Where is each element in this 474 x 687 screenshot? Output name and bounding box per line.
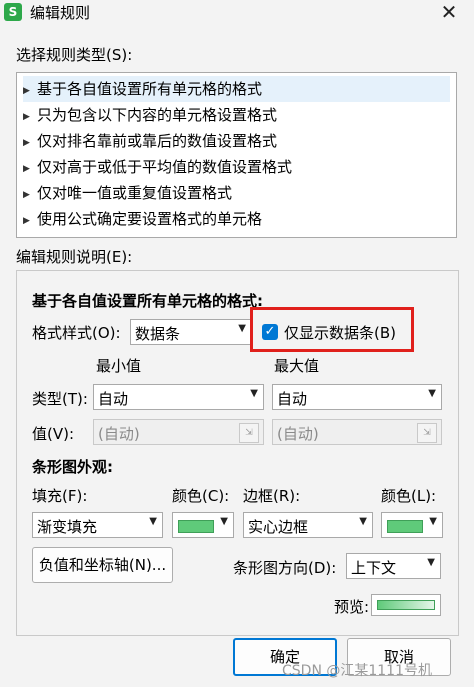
highlight-box — [250, 307, 414, 352]
max-value-input[interactable]: (自动) ⇲ — [272, 419, 442, 445]
fill-color-picker[interactable]: ▼ — [172, 512, 234, 538]
border-label: 边框(R): — [243, 487, 301, 505]
color-swatch — [178, 520, 214, 533]
preview-box — [371, 594, 441, 616]
rule-type-item[interactable]: ▶ 仅对唯一值或重复值设置格式 — [23, 180, 232, 206]
preview-label: 预览: — [334, 598, 370, 616]
fill-select[interactable]: 渐变填充 ▼ — [32, 512, 163, 538]
triangle-right-icon: ▶ — [23, 112, 30, 122]
chevron-down-icon: ▼ — [429, 516, 437, 527]
rule-description-label: 编辑规则说明(E): — [16, 248, 133, 266]
chevron-down-icon: ▼ — [238, 323, 246, 334]
rule-type-list[interactable]: ▶ 基于各自值设置所有单元格的格式 ▶ 只为包含以下内容的单元格设置格式 ▶ 仅对排名… — [16, 72, 457, 238]
preview-data-bar — [377, 600, 435, 610]
rule-type-item[interactable]: ▶ 仅对排名靠前或靠后的数值设置格式 — [23, 128, 277, 154]
rule-type-label: 选择规则类型(S): — [16, 46, 133, 64]
chevron-down-icon: ▼ — [359, 516, 367, 527]
min-value-input[interactable]: (自动) ⇲ — [93, 419, 264, 445]
bar-direction-label: 条形图方向(D): — [233, 559, 337, 577]
chevron-down-icon: ▼ — [250, 388, 258, 399]
triangle-right-icon: ▶ — [23, 86, 30, 96]
chevron-down-icon: ▼ — [220, 516, 228, 527]
chevron-down-icon: ▼ — [427, 557, 435, 568]
negative-axis-button[interactable]: 负值和坐标轴(N)... — [32, 547, 173, 583]
type-label: 类型(T): — [32, 390, 88, 408]
max-type-select[interactable]: 自动 ▼ — [272, 384, 442, 410]
app-icon: S — [4, 3, 22, 21]
triangle-right-icon: ▶ — [23, 138, 30, 148]
value-label: 值(V): — [32, 425, 75, 443]
watermark: CSDN @江某1111号机 — [282, 663, 432, 679]
title-bar: S 编辑规则 ✕ — [0, 0, 474, 26]
appearance-heading: 条形图外观: — [32, 458, 113, 476]
border-color-picker[interactable]: ▼ — [381, 512, 443, 538]
description-heading: 基于各自值设置所有单元格的格式: — [32, 292, 264, 310]
bar-direction-select[interactable]: 上下文 ▼ — [346, 553, 441, 579]
color-swatch — [387, 520, 423, 533]
format-style-select[interactable]: 数据条 ▼ — [130, 319, 252, 345]
rule-type-item[interactable]: ▶ 基于各自值设置所有单元格的格式 — [23, 76, 450, 102]
triangle-right-icon: ▶ — [23, 190, 30, 200]
window-title: 编辑规则 — [30, 4, 91, 22]
min-type-select[interactable]: 自动 ▼ — [93, 384, 264, 410]
border-color-label: 颜色(L): — [381, 487, 437, 505]
range-picker-icon[interactable]: ⇲ — [239, 423, 259, 443]
min-header: 最小值 — [96, 357, 142, 375]
rule-type-item[interactable]: ▶ 使用公式确定要设置格式的单元格 — [23, 206, 262, 232]
close-icon[interactable]: ✕ — [434, 0, 464, 26]
fill-color-label: 颜色(C): — [172, 487, 230, 505]
fill-label: 填充(F): — [32, 487, 88, 505]
triangle-right-icon: ▶ — [23, 164, 30, 174]
range-picker-icon[interactable]: ⇲ — [417, 423, 437, 443]
chevron-down-icon: ▼ — [428, 388, 436, 399]
format-style-label: 格式样式(O): — [32, 324, 121, 342]
triangle-right-icon: ▶ — [23, 216, 30, 226]
border-select[interactable]: 实心边框 ▼ — [243, 512, 373, 538]
chevron-down-icon: ▼ — [149, 516, 157, 527]
max-header: 最大值 — [274, 357, 320, 375]
rule-type-item[interactable]: ▶ 只为包含以下内容的单元格设置格式 — [23, 102, 277, 128]
rule-type-item[interactable]: ▶ 仅对高于或低于平均值的数值设置格式 — [23, 154, 292, 180]
